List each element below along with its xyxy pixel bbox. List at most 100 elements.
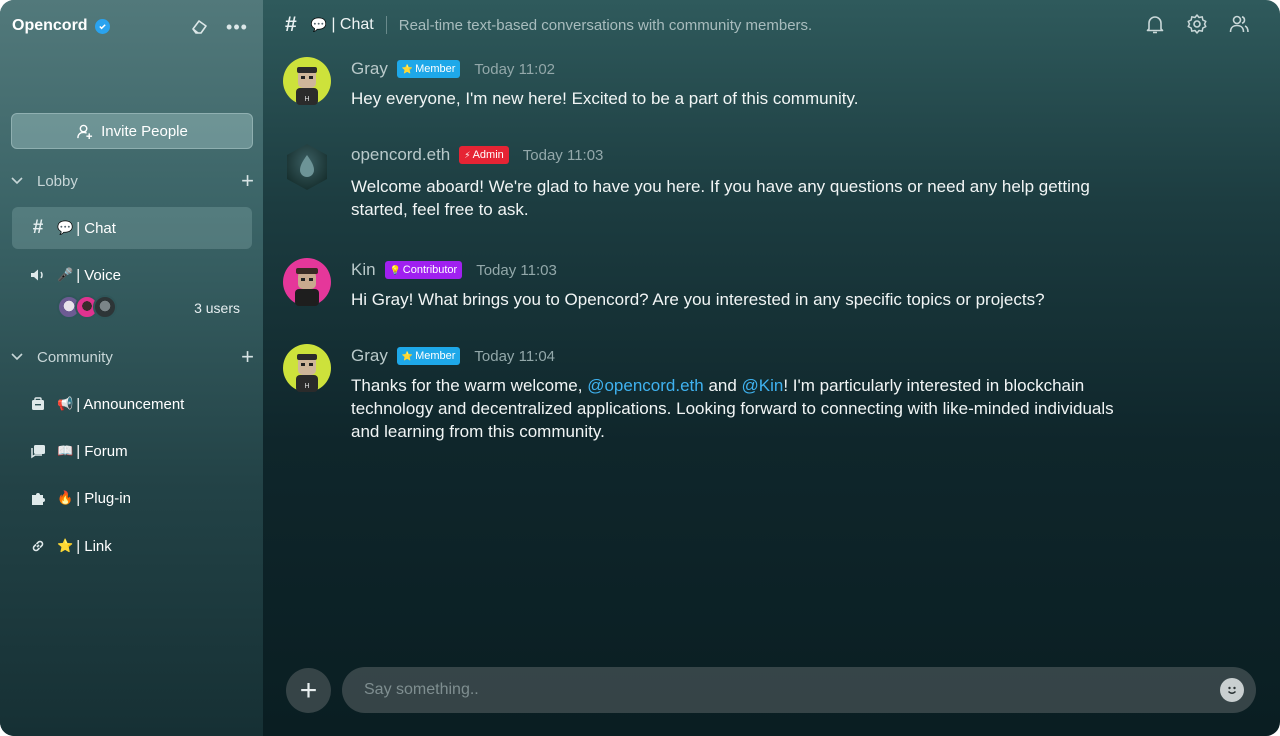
- more-options-icon[interactable]: •••: [226, 16, 248, 38]
- avatar[interactable]: H: [283, 57, 331, 105]
- members-icon[interactable]: [1228, 13, 1252, 37]
- text-line: and learning from this community.: [351, 422, 605, 441]
- role-badge: ⭐ Member: [396, 60, 461, 78]
- text-fragment: Thanks for the warm welcome,: [351, 376, 588, 395]
- puzzle-icon: [29, 489, 47, 507]
- channel-emoji: 🎤: [57, 267, 74, 282]
- divider: [385, 16, 387, 34]
- chevron-down-icon: [11, 353, 23, 361]
- mention-link[interactable]: @Kin: [742, 376, 784, 395]
- channel-label: | Announcement: [76, 395, 185, 413]
- channel-label: | Link: [76, 537, 112, 555]
- add-channel-icon[interactable]: +: [241, 346, 254, 368]
- channel-plugin[interactable]: 🔥 | Plug-in: [12, 477, 252, 519]
- message-header: opencord.eth ⚡ Admin Today 11:03: [351, 143, 603, 167]
- mention-link[interactable]: @opencord.eth: [587, 376, 704, 395]
- bell-icon[interactable]: [1144, 13, 1168, 37]
- badge-label: Admin: [472, 149, 504, 161]
- add-user-icon: [77, 124, 93, 139]
- channel-emoji: 📢: [57, 396, 74, 411]
- avatar[interactable]: [283, 143, 331, 191]
- author-name[interactable]: opencord.eth: [351, 145, 450, 165]
- channel-chat[interactable]: # 💬 | Chat: [12, 207, 252, 249]
- svg-text:H: H: [304, 382, 309, 390]
- server-name: Opencord: [12, 17, 88, 34]
- badge-icon: ⚡: [464, 149, 471, 160]
- author-name[interactable]: Gray: [351, 346, 388, 366]
- verified-icon: [94, 18, 110, 34]
- category-label: Community: [37, 348, 113, 366]
- invite-people-button[interactable]: Invite People: [11, 113, 253, 149]
- badge-label: Member: [415, 350, 456, 362]
- voice-users[interactable]: 3 users: [57, 295, 243, 321]
- channel-link[interactable]: ⭐ | Link: [12, 525, 252, 567]
- svg-text:H: H: [304, 95, 309, 103]
- channel-title: 💬 | Chat: [311, 16, 374, 34]
- badge-label: Contributor: [402, 264, 458, 276]
- hash-icon: #: [285, 13, 297, 36]
- role-badge: 💡 Contributor: [384, 261, 463, 279]
- speaker-icon: [29, 266, 47, 284]
- channel-emoji: 📖: [57, 443, 74, 458]
- emoji-icon[interactable]: [1220, 678, 1244, 702]
- channel-emoji: 💬: [57, 220, 74, 235]
- category-community[interactable]: Community +: [10, 345, 254, 369]
- gear-icon[interactable]: [1186, 13, 1210, 37]
- channel-emoji: ⭐: [57, 538, 74, 553]
- avatar[interactable]: [283, 258, 331, 306]
- message-input[interactable]: [364, 681, 1194, 699]
- message: Kin 💡 Contributor Today 11:03 Hi Gray! Wh…: [283, 258, 1243, 318]
- message-header: Gray ⭐ Member Today 11:02: [351, 57, 555, 81]
- sidebar: Opencord ••• Invite People Lobby + # 💬 |…: [0, 0, 263, 736]
- avatar[interactable]: H: [283, 344, 331, 392]
- channel-label: | Voice: [76, 266, 121, 284]
- message: H Gray ⭐ Member Today 11:04 Thanks for th…: [283, 344, 1243, 444]
- timestamp: Today 11:02: [474, 60, 556, 78]
- invite-label: Invite People: [101, 122, 188, 140]
- text-fragment: and: [703, 376, 742, 395]
- timestamp: Today 11:03: [476, 261, 557, 279]
- message-header: Kin 💡 Contributor Today 11:03: [351, 258, 557, 282]
- author-name[interactable]: Kin: [351, 260, 376, 280]
- text-line: technology and decentralized application…: [351, 399, 1114, 418]
- role-badge: ⚡ Admin: [459, 146, 509, 164]
- text-line: started, feel free to ask.: [351, 200, 529, 219]
- app-window: Opencord ••• Invite People Lobby + # 💬 |…: [0, 0, 1280, 736]
- add-channel-icon[interactable]: +: [241, 170, 254, 192]
- attach-button[interactable]: +: [286, 668, 331, 713]
- channel-title-text: | Chat: [331, 16, 374, 33]
- badge-icon: 💡: [389, 264, 401, 275]
- message-text: Thanks for the warm welcome, @opencord.e…: [351, 374, 1191, 443]
- text-fragment: ! I'm particularly interested in blockch…: [783, 376, 1085, 395]
- voice-users-count: 3 users: [194, 300, 240, 316]
- message: opencord.eth ⚡ Admin Today 11:03 Welcome …: [283, 143, 1243, 223]
- channel-label: | Forum: [76, 442, 128, 460]
- timestamp: Today 11:04: [474, 347, 556, 365]
- message-text: Welcome aboard! We're glad to have you h…: [351, 175, 1191, 221]
- channel-label: | Chat: [76, 219, 116, 237]
- channel-emoji: 🔥: [57, 490, 74, 505]
- link-icon: [29, 537, 47, 555]
- eraser-icon[interactable]: [188, 16, 210, 38]
- badge-icon: ⭐: [401, 63, 414, 74]
- calendar-icon: [29, 395, 47, 413]
- author-name[interactable]: Gray: [351, 59, 388, 79]
- badge-icon: ⭐: [401, 350, 414, 361]
- channel-voice[interactable]: 🎤 | Voice: [12, 254, 252, 296]
- channel-forum[interactable]: 📖 | Forum: [12, 430, 252, 472]
- channel-label: | Plug-in: [76, 489, 131, 507]
- badge-label: Member: [415, 63, 456, 75]
- channel-announcement[interactable]: 📢 | Announcement: [12, 383, 252, 425]
- timestamp: Today 11:03: [522, 146, 604, 164]
- avatar: [93, 295, 117, 319]
- category-lobby[interactable]: Lobby +: [10, 169, 254, 193]
- channel-emoji: 💬: [310, 17, 327, 32]
- message-composer: [342, 667, 1256, 713]
- chevron-down-icon: [11, 177, 23, 185]
- channel-header: # 💬 | Chat Real-time text-based conversa…: [263, 0, 1280, 50]
- text-line: Welcome aboard! We're glad to have you h…: [351, 177, 1090, 196]
- message-text: Hi Gray! What brings you to Opencord? Ar…: [351, 290, 1045, 309]
- server-header[interactable]: Opencord •••: [12, 14, 252, 38]
- message-text: Hey everyone, I'm new here! Excited to b…: [351, 89, 859, 108]
- hash-icon: #: [32, 217, 44, 238]
